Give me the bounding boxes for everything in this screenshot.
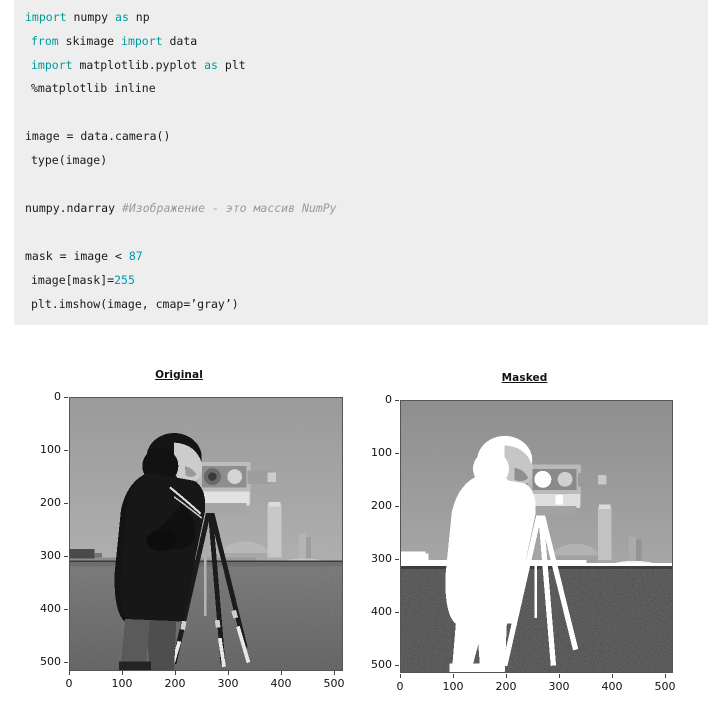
- xtick-label: 400: [270, 677, 292, 690]
- xtick-label: 200: [164, 677, 186, 690]
- xtick-label: 0: [65, 677, 73, 690]
- code-line: mask = image < 87: [25, 245, 239, 269]
- code-cell[interactable]: import numpy as np from skimage import da…: [14, 0, 708, 325]
- code-group-imports[interactable]: import numpy as np from skimage import da…: [25, 6, 246, 101]
- xtick-label: 500: [654, 680, 676, 693]
- xtick-mark: [400, 674, 401, 678]
- ytick-label: 300: [40, 549, 61, 562]
- xtick-label: 0: [396, 680, 404, 693]
- ytick-mark: [64, 662, 68, 663]
- subplot-masked: Masked 0 100 200 300 400 500 0 100 200 3…: [331, 325, 718, 707]
- code-token-kw: import: [121, 33, 163, 48]
- xtick-label: 300: [217, 677, 239, 690]
- xtick-mark: [453, 674, 454, 678]
- xtick-mark: [665, 674, 666, 678]
- ytick-label: 500: [371, 658, 392, 671]
- code-line: image[mask]=255: [25, 269, 239, 293]
- xtick-label: 300: [548, 680, 570, 693]
- subplot-title-original: Original: [155, 369, 203, 381]
- xtick-label: 400: [601, 680, 623, 693]
- axes-masked: 0 100 200 300 400 500 0 100 200 300 400 …: [371, 393, 676, 693]
- code-line: import numpy as np: [25, 6, 246, 30]
- code-token-kw: as: [204, 57, 218, 72]
- image-original: [69, 397, 343, 671]
- subplot-original: Original 0 100 200 300 400 500 0 100 200…: [0, 325, 358, 707]
- xtick-mark: [175, 671, 176, 675]
- code-token-num: 255: [114, 272, 135, 287]
- xtick-mark: [69, 671, 70, 675]
- ytick-label: 300: [371, 552, 392, 565]
- ytick-label: 400: [371, 605, 392, 618]
- ytick-label: 0: [54, 390, 61, 403]
- code-token-kw: import: [25, 10, 67, 24]
- xtick-label: 200: [495, 680, 517, 693]
- code-token-plain: mask = image <: [25, 249, 129, 263]
- code-token-kw: as: [115, 10, 129, 24]
- code-output-ndarray: numpy.ndarray #Изображение - это массив …: [25, 197, 337, 221]
- code-line: %matplotlib inline: [25, 77, 246, 101]
- code-token-plain: image = data.camera(): [25, 129, 171, 143]
- xtick-mark: [228, 671, 229, 675]
- axes-original: 0 100 200 300 400 500 0 100 200 300 400 …: [40, 390, 345, 690]
- matplotlib-figure: Original 0 100 200 300 400 500 0 100 200…: [0, 325, 718, 707]
- code-token-plain: skimage: [58, 33, 122, 48]
- ytick-mark: [64, 556, 68, 557]
- xtick-mark: [506, 674, 507, 678]
- xtick-mark: [122, 671, 123, 675]
- code-token-plain: image[mask]=: [31, 272, 115, 287]
- ytick-mark: [395, 612, 399, 613]
- code-token-plain: type(image): [31, 152, 108, 167]
- ytick-mark: [395, 400, 399, 401]
- code-line: numpy.ndarray #Изображение - это массив …: [25, 197, 337, 221]
- code-token-cmt: #Изображение - это массив NumPy: [121, 201, 337, 215]
- ytick-label: 0: [385, 393, 392, 406]
- code-line: plt.imshow(image, cmap=’gray’): [25, 293, 239, 317]
- code-line: type(image): [25, 149, 170, 173]
- code-line: image = data.camera(): [25, 125, 170, 149]
- ytick-label: 400: [40, 602, 61, 615]
- xtick-label: 100: [442, 680, 464, 693]
- code-token-kw: from: [31, 33, 59, 48]
- xtick-mark: [612, 674, 613, 678]
- xtick-mark: [281, 671, 282, 675]
- code-token-kw: import: [31, 57, 73, 72]
- code-token-plain: data: [162, 33, 198, 48]
- ytick-mark: [64, 609, 68, 610]
- code-line: import matplotlib.pyplot as plt: [25, 54, 246, 78]
- code-token-plain: plt: [217, 57, 246, 72]
- ytick-mark: [64, 397, 68, 398]
- ytick-mark: [395, 506, 399, 507]
- code-token-plain: np: [128, 10, 150, 24]
- image-masked: [400, 400, 673, 673]
- ytick-mark: [395, 453, 399, 454]
- code-token-plain: matplotlib.pyplot: [72, 57, 205, 72]
- ytick-label: 500: [40, 655, 61, 668]
- code-group-load-image[interactable]: image = data.camera() type(image): [25, 125, 170, 173]
- code-token-magic: %matplotlib inline: [31, 81, 156, 96]
- xtick-mark: [559, 674, 560, 678]
- ytick-mark: [64, 450, 68, 451]
- code-group-mask-and-show[interactable]: mask = image < 87 image[mask]=255 plt.imsh…: [25, 245, 239, 316]
- code-line: from skimage import data: [25, 30, 246, 54]
- ytick-mark: [64, 503, 68, 504]
- subplot-title-masked: Masked: [501, 372, 548, 384]
- code-token-plain: numpy: [66, 10, 116, 24]
- code-token-num: 87: [128, 249, 143, 263]
- ytick-label: 200: [40, 496, 61, 509]
- code-token-plain: plt.imshow(image, cmap=’gray’): [31, 296, 239, 311]
- ytick-mark: [395, 665, 399, 666]
- ytick-mark: [395, 559, 399, 560]
- ytick-label: 100: [371, 446, 392, 459]
- ytick-label: 200: [371, 499, 392, 512]
- xtick-label: 100: [111, 677, 133, 690]
- ytick-label: 100: [40, 443, 61, 456]
- code-token-plain: numpy.ndarray: [25, 201, 122, 215]
